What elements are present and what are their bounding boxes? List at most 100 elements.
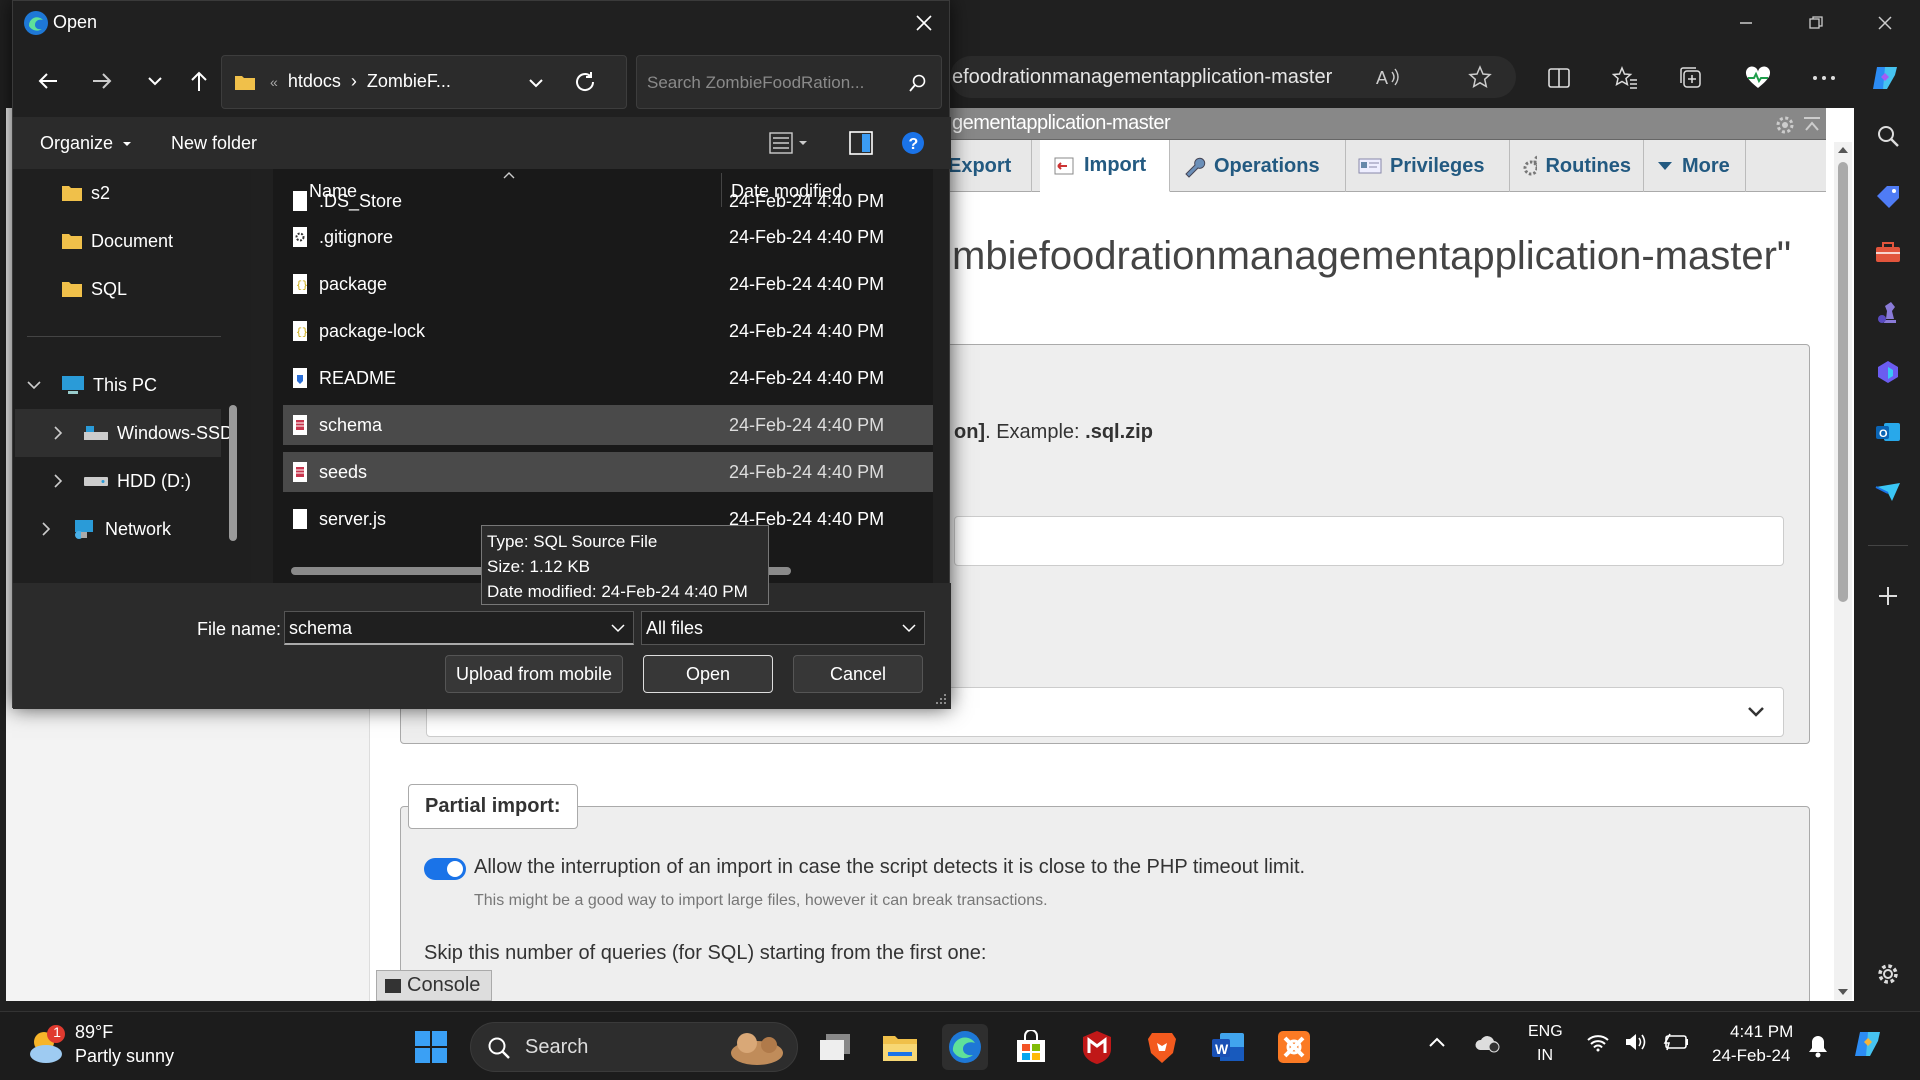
language-indicator[interactable]: ENG [1528, 1023, 1563, 1041]
brave-app[interactable] [1139, 1024, 1185, 1070]
nav-item-document[interactable]: Document [61, 221, 173, 261]
close-window-button[interactable] [1862, 8, 1908, 38]
file-row-readme[interactable]: README 24-Feb-24 4:40 PM [283, 358, 933, 398]
tab-export[interactable]: Export [938, 140, 1032, 192]
restore-button[interactable] [1793, 8, 1839, 38]
open-button[interactable]: Open [643, 655, 773, 693]
breadcrumb-overflow[interactable]: « [270, 74, 278, 90]
nav-scrollbar-thumb[interactable] [229, 405, 237, 541]
chevron-down-icon[interactable] [528, 78, 544, 88]
tab-privileges[interactable]: Privileges [1346, 140, 1510, 192]
breadcrumb-item-zombief[interactable]: ZombieF... [367, 71, 451, 91]
nav-item-hdd[interactable]: HDD (D:) [53, 461, 191, 501]
xampp-app[interactable] [1271, 1024, 1317, 1070]
edge-app[interactable] [942, 1024, 988, 1070]
scrollbar-thumb[interactable] [1838, 162, 1848, 602]
sidebar-shopping-button[interactable] [1870, 178, 1906, 214]
show-hidden-icons-button[interactable] [1428, 1036, 1446, 1048]
file-row-seeds[interactable]: seeds 24-Feb-24 4:40 PM [283, 452, 933, 492]
weather-widget[interactable]: 1 [24, 1024, 68, 1068]
browser-essentials-button[interactable] [1740, 60, 1776, 96]
view-options-button[interactable] [769, 131, 809, 155]
tab-operations[interactable]: Operations [1170, 140, 1346, 192]
scroll-down-icon[interactable] [1837, 988, 1849, 996]
tab-import[interactable]: Import [1040, 140, 1170, 192]
gear-icon[interactable] [1774, 114, 1796, 136]
nav-item-sql[interactable]: SQL [61, 269, 127, 309]
start-button[interactable] [408, 1024, 454, 1070]
help-button[interactable]: ? [901, 131, 925, 155]
microsoft-store-app[interactable] [1008, 1024, 1054, 1070]
chevron-down-icon[interactable] [611, 624, 625, 633]
onedrive-tray-icon[interactable] [1474, 1032, 1502, 1054]
search-input[interactable]: Search ZombieFoodRation... [636, 55, 942, 109]
file-row-schema[interactable]: schema 24-Feb-24 4:40 PM [283, 405, 933, 445]
address-bar[interactable]: efoodrationmanagementapplication-master … [950, 56, 1516, 98]
notifications-button[interactable] [1807, 1034, 1829, 1058]
favorite-star-button[interactable] [1462, 59, 1498, 95]
chevron-right-icon[interactable] [41, 522, 51, 536]
file-row-ds-store[interactable]: .DS_Store 24-Feb-24 4:40 PM [283, 191, 933, 211]
file-type-select[interactable]: All files [641, 611, 925, 645]
sidebar-settings-button[interactable] [1870, 956, 1906, 992]
file-row-gitignore[interactable]: .gitignore 24-Feb-24 4:40 PM [283, 217, 933, 257]
forward-button[interactable] [84, 63, 120, 99]
language-region[interactable]: IN [1537, 1047, 1553, 1065]
chevron-right-icon[interactable] [53, 474, 63, 488]
word-app[interactable]: W [1205, 1024, 1251, 1070]
copilot-button[interactable] [1868, 60, 1904, 96]
refresh-icon[interactable] [574, 71, 596, 93]
chevron-right-icon[interactable] [53, 426, 63, 440]
clock-date[interactable]: 24-Feb-24 [1712, 1046, 1790, 1066]
sidebar-outlook-button[interactable]: O [1870, 414, 1906, 450]
mcafee-app[interactable] [1074, 1024, 1120, 1070]
sidebar-tools-button[interactable] [1870, 234, 1906, 270]
cancel-button[interactable]: Cancel [793, 655, 923, 693]
quick-settings-button[interactable] [1586, 1032, 1690, 1052]
sidebar-send-button[interactable] [1870, 474, 1906, 510]
dialog-close-button[interactable] [906, 7, 942, 39]
organize-button[interactable]: Organize [40, 133, 132, 154]
preview-pane-button[interactable] [849, 131, 873, 155]
nav-item-this-pc[interactable]: This PC [27, 365, 157, 405]
minimize-button[interactable] [1723, 8, 1769, 38]
copilot-tray-button[interactable] [1852, 1028, 1888, 1064]
page-scrollbar[interactable] [1834, 142, 1852, 1000]
sidebar-games-button[interactable] [1870, 294, 1906, 330]
breadcrumb-item-htdocs[interactable]: htdocs [288, 71, 341, 91]
new-folder-button[interactable]: New folder [171, 133, 257, 154]
up-button[interactable] [181, 63, 217, 99]
sidebar-copilot-button[interactable] [1870, 354, 1906, 390]
taskbar-search[interactable]: Search [470, 1022, 798, 1072]
nav-item-windows-ssd[interactable]: Windows-SSD [53, 413, 233, 453]
scroll-up-icon[interactable] [1837, 146, 1849, 154]
collections-button[interactable] [1673, 60, 1709, 96]
nav-item-s2[interactable]: s2 [61, 173, 110, 213]
file-explorer-app[interactable] [877, 1024, 923, 1070]
file-input[interactable] [954, 516, 1784, 566]
console-toggle[interactable]: Console [376, 970, 492, 1001]
sidebar-add-button[interactable] [1870, 578, 1906, 614]
file-row-package[interactable]: {} package 24-Feb-24 4:40 PM [283, 264, 933, 304]
nav-item-network[interactable]: Network [41, 509, 171, 549]
collapse-icon[interactable] [1802, 114, 1822, 134]
more-menu-button[interactable] [1806, 60, 1842, 96]
read-aloud-button[interactable]: A [1370, 59, 1406, 95]
split-screen-button[interactable] [1541, 60, 1577, 96]
clock-time[interactable]: 4:41 PM [1730, 1022, 1793, 1042]
interrupt-toggle[interactable] [424, 858, 466, 880]
tab-more[interactable]: More [1644, 140, 1746, 192]
task-view-button[interactable] [812, 1024, 858, 1070]
weather-description[interactable]: Partly sunny [75, 1046, 174, 1067]
file-row-package-lock[interactable]: {} package-lock 24-Feb-24 4:40 PM [283, 311, 933, 351]
recent-locations-button[interactable] [137, 63, 173, 99]
favorites-button[interactable] [1607, 60, 1643, 96]
tab-routines[interactable]: Routines [1510, 140, 1644, 192]
chevron-down-icon[interactable] [27, 380, 41, 390]
resize-grip-icon[interactable] [935, 693, 947, 705]
sidebar-search-button[interactable] [1870, 118, 1906, 154]
upload-from-mobile-button[interactable]: Upload from mobile [445, 655, 623, 693]
file-name-input[interactable]: schema [284, 611, 634, 645]
weather-temperature[interactable]: 89°F [75, 1022, 113, 1043]
back-button[interactable] [30, 63, 66, 99]
